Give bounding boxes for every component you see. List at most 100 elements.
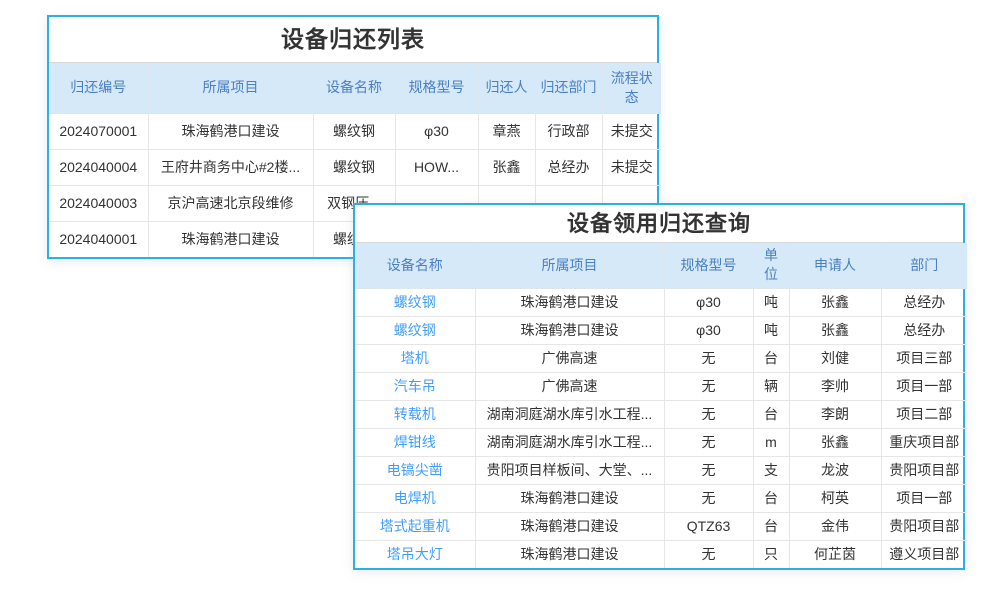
table-cell: 支 xyxy=(753,456,789,484)
table-cell: 汽车吊 xyxy=(355,372,475,400)
column-header: 所属项目 xyxy=(148,63,313,113)
equipment-name-link[interactable]: 汽车吊 xyxy=(394,378,436,394)
table-cell: 台 xyxy=(753,400,789,428)
equipment-name-link[interactable]: 塔式起重机 xyxy=(380,518,450,534)
table-cell: 未提交 xyxy=(602,113,661,149)
table-cell: 珠海鹤港口建设 xyxy=(475,484,664,512)
column-header: 流程状态 xyxy=(602,63,661,113)
table-row: 焊钳线湖南洞庭湖水库引水工程...无m张鑫重庆项目部 xyxy=(355,428,967,456)
table-cell: 项目二部 xyxy=(881,400,967,428)
table-cell: 广佛高速 xyxy=(475,372,664,400)
table-row: 电焊机 珠海鹤港口建设无台柯英项目一部 xyxy=(355,484,967,512)
table-cell: 无 xyxy=(664,372,753,400)
table-cell: 项目一部 xyxy=(881,372,967,400)
table-cell: 湖南洞庭湖水库引水工程... xyxy=(475,428,664,456)
table-cell: 项目一部 xyxy=(881,484,967,512)
table-cell: 未提交 xyxy=(602,149,661,185)
table-cell: 张鑫 xyxy=(789,288,881,316)
table-cell: 张鑫 xyxy=(478,149,535,185)
table-cell: 无 xyxy=(664,540,753,568)
table-cell: 2024070001 xyxy=(49,113,148,149)
table-cell: 李帅 xyxy=(789,372,881,400)
table-cell: 龙波 xyxy=(789,456,881,484)
equipment-name-link[interactable]: 转载机 xyxy=(394,406,436,422)
column-header: 归还编号 xyxy=(49,63,148,113)
table-cell: φ30 xyxy=(395,113,478,149)
table-cell: 李朗 xyxy=(789,400,881,428)
table-cell: 焊钳线 xyxy=(355,428,475,456)
query-title: 设备领用归还查询 xyxy=(355,205,963,243)
table-cell: 螺纹钢 xyxy=(313,113,395,149)
table-cell: 章燕 xyxy=(478,113,535,149)
table-cell: 2024040004 xyxy=(49,149,148,185)
table-cell: 电焊机 xyxy=(355,484,475,512)
table-cell: 贵阳项目部 xyxy=(881,512,967,540)
column-header: 单位 xyxy=(753,243,789,288)
table-cell: 2024040003 xyxy=(49,185,148,221)
table-cell: 螺纹钢 xyxy=(355,288,475,316)
table-cell: HOW... xyxy=(395,149,478,185)
table-cell: 珠海鹤港口建设 xyxy=(475,316,664,344)
table-row: 汽车吊广佛高速无辆李帅项目一部 xyxy=(355,372,967,400)
table-cell: 塔吊大灯 xyxy=(355,540,475,568)
header-row: 设备名称所属项目规格型号单位申请人部门 xyxy=(355,243,967,288)
table-cell: 螺纹钢 xyxy=(313,149,395,185)
table-cell: 柯英 xyxy=(789,484,881,512)
table-cell: φ30 xyxy=(664,316,753,344)
column-header: 所属项目 xyxy=(475,243,664,288)
table-cell: 总经办 xyxy=(881,288,967,316)
table-cell: 吨 xyxy=(753,288,789,316)
table-cell: 电镐尖凿 xyxy=(355,456,475,484)
table-row: 螺纹钢珠海鹤港口建设φ30吨张鑫总经办 xyxy=(355,316,967,344)
table-cell: 何芷茵 xyxy=(789,540,881,568)
table-cell: 张鑫 xyxy=(789,428,881,456)
table-row: 2024070001珠海鹤港口建设螺纹钢φ30章燕行政部未提交 xyxy=(49,113,661,149)
equipment-name-link[interactable]: 螺纹钢 xyxy=(394,322,436,338)
table-row: 2024040004王府井商务中心#2楼...螺纹钢HOW...张鑫总经办未提交 xyxy=(49,149,661,185)
table-cell: 2024040001 xyxy=(49,221,148,257)
table-cell: 张鑫 xyxy=(789,316,881,344)
return-list-title: 设备归还列表 xyxy=(49,17,657,63)
table-cell: 无 xyxy=(664,456,753,484)
column-header: 归还人 xyxy=(478,63,535,113)
table-cell: 台 xyxy=(753,484,789,512)
equipment-name-link[interactable]: 螺纹钢 xyxy=(394,294,436,310)
table-cell: 刘健 xyxy=(789,344,881,372)
table-cell: 螺纹钢 xyxy=(355,316,475,344)
table-row: 电镐尖凿 贵阳项目样板间、大堂、...无支龙波贵阳项目部 xyxy=(355,456,967,484)
equipment-name-link[interactable]: 电焊机 xyxy=(394,490,436,506)
table-cell: 王府井商务中心#2楼... xyxy=(148,149,313,185)
equipment-name-link[interactable]: 焊钳线 xyxy=(394,434,436,450)
table-cell: 重庆项目部 xyxy=(881,428,967,456)
table-cell: 只 xyxy=(753,540,789,568)
table-cell: 金伟 xyxy=(789,512,881,540)
table-cell: 珠海鹤港口建设 xyxy=(475,512,664,540)
table-cell: QTZ63 xyxy=(664,512,753,540)
table-cell: 贵阳项目样板间、大堂、... xyxy=(475,456,664,484)
table-cell: 台 xyxy=(753,512,789,540)
table-cell: 塔机 xyxy=(355,344,475,372)
column-header: 设备名称 xyxy=(355,243,475,288)
column-header: 申请人 xyxy=(789,243,881,288)
column-header: 规格型号 xyxy=(664,243,753,288)
header-row: 归还编号所属项目设备名称规格型号归还人归还部门流程状态 xyxy=(49,63,661,113)
table-cell: 转载机 xyxy=(355,400,475,428)
table-cell: 行政部 xyxy=(535,113,602,149)
table-row: 转载机湖南洞庭湖水库引水工程...无台李朗项目二部 xyxy=(355,400,967,428)
table-row: 螺纹钢珠海鹤港口建设φ30吨张鑫总经办 xyxy=(355,288,967,316)
table-cell: 塔式起重机 xyxy=(355,512,475,540)
equipment-name-link[interactable]: 塔吊大灯 xyxy=(387,546,443,562)
table-row: 塔式起重机 珠海鹤港口建设QTZ63台金伟贵阳项目部 xyxy=(355,512,967,540)
table-cell: 无 xyxy=(664,484,753,512)
table-cell: 广佛高速 xyxy=(475,344,664,372)
equipment-name-link[interactable]: 塔机 xyxy=(401,350,429,366)
column-header: 归还部门 xyxy=(535,63,602,113)
table-cell: 贵阳项目部 xyxy=(881,456,967,484)
table-cell: 珠海鹤港口建设 xyxy=(475,288,664,316)
table-cell: 珠海鹤港口建设 xyxy=(148,221,313,257)
equipment-name-link[interactable]: 电镐尖凿 xyxy=(387,462,443,478)
equipment-query-window: 设备领用归还查询 设备名称所属项目规格型号单位申请人部门螺纹钢珠海鹤港口建设φ3… xyxy=(353,203,965,570)
table-cell: 总经办 xyxy=(535,149,602,185)
table-cell: 遵义项目部 xyxy=(881,540,967,568)
table-cell: 无 xyxy=(664,428,753,456)
